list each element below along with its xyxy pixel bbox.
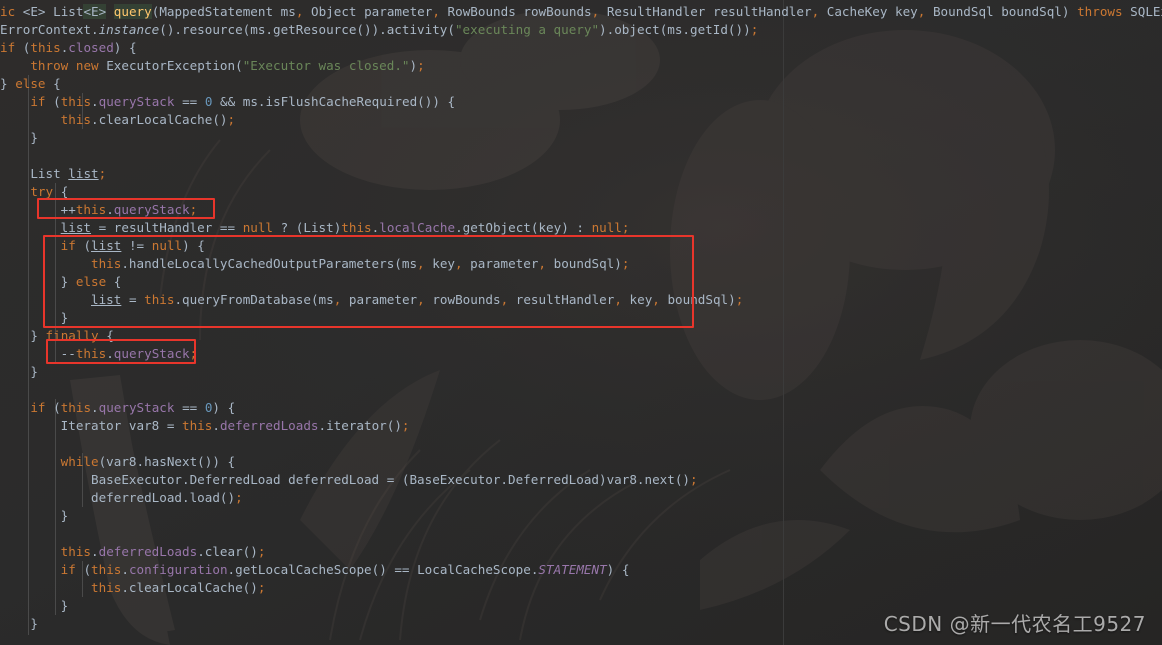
code-line: list = this.queryFromDatabase(ms, parame… [91,292,744,307]
code-line: } else { [60,274,122,289]
code-line: if (list != null) { [60,238,205,253]
code-line: if (this.configuration.getLocalCacheScop… [60,562,630,577]
code-line: if (this.queryStack == 0 && ms.isFlushCa… [30,94,456,109]
code-line: ic <E> List<E> query(MappedStatement ms,… [0,4,1162,19]
code-line: } [60,310,69,325]
code-line: this.clearLocalCache(); [60,112,236,127]
code-line: --this.queryStack; [60,346,198,361]
code-line: } [60,508,69,523]
code-line: BaseExecutor.DeferredLoad deferredLoad =… [91,472,698,487]
code-line: } finally { [30,328,114,343]
code-line: ErrorContext.instance().resource(ms.getR… [0,22,759,37]
code-line: } else { [0,76,61,91]
code-line: throw new ExecutorException("Executor wa… [30,58,425,73]
code-line: } [30,130,38,145]
code-line: } [30,364,38,379]
code-line: if (this.closed) { [0,40,137,55]
code-line: Iterator var8 = this.deferredLoads.itera… [60,418,410,433]
csdn-watermark: CSDN @新一代农名工9527 [883,612,1146,636]
code-editor-screenshot: ic <E> List<E> query(MappedStatement ms,… [0,0,1162,645]
code-line: } [30,616,38,631]
code-line: ++this.queryStack; [60,202,198,217]
code-line: this.deferredLoads.clear(); [60,544,266,559]
code-line: if (this.queryStack == 0) { [30,400,236,415]
code-line: try { [30,184,69,199]
code-line: list = resultHandler == null ? (List)thi… [60,220,630,235]
code-line: this.clearLocalCache(); [91,580,266,595]
source-code-area[interactable]: ic <E> List<E> query(MappedStatement ms,… [0,0,1162,645]
code-line: List list; [30,166,107,181]
code-line: } [60,598,69,613]
code-line: this.handleLocallyCachedOutputParameters… [91,256,630,271]
code-line: while(var8.hasNext()) { [60,454,236,469]
code-line: deferredLoad.load(); [91,490,243,505]
